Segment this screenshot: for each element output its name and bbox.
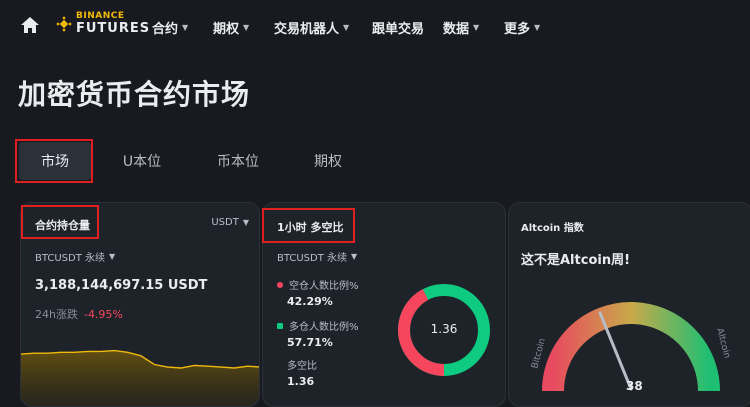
highlight-box <box>262 208 355 243</box>
change-row: 24h涨跌 -4.95% <box>35 306 123 322</box>
altcoin-headline: 这不是Altcoin周! <box>521 253 631 268</box>
nav-item-label: 合约 <box>152 22 179 37</box>
ratio-label: 多空比 <box>287 361 317 372</box>
home-icon[interactable] <box>20 16 40 34</box>
unit-selector[interactable]: USDT ▼ <box>211 217 249 228</box>
long-value: 57.71% <box>287 336 333 349</box>
open-interest-value: 3,188,144,697.15 USDT <box>35 278 208 293</box>
binance-futures-logo[interactable]: BINANCE FUTURES <box>56 12 150 35</box>
short-dot-icon <box>277 281 283 288</box>
chevron-down-icon: ▼ <box>473 23 480 32</box>
ratio-legend: 多空比 <box>287 357 317 372</box>
open-interest-area <box>21 350 259 406</box>
chevron-down-icon: ▼ <box>243 23 250 32</box>
nav-item-label: 交易机器人 <box>274 22 340 37</box>
tab-label: U本位 <box>122 154 162 170</box>
symbol-selector[interactable]: BTCUSDT 永续 ▼ <box>35 249 115 264</box>
tab-label: 币本位 <box>217 154 259 170</box>
ratio-value: 1.36 <box>287 375 315 388</box>
tab-usdm[interactable]: U本位 <box>106 142 178 180</box>
highlight-box <box>21 205 99 239</box>
symbol-label: BTCUSDT 永续 <box>277 253 348 264</box>
symbol-label: BTCUSDT 永续 <box>35 253 106 264</box>
gauge-left-label: Bitcoin <box>530 337 548 369</box>
gauge-right-label: Altcoin <box>714 327 732 359</box>
tab-coinm[interactable]: 币本位 <box>202 142 274 180</box>
chevron-down-icon: ▼ <box>343 23 350 32</box>
chevron-down-icon: ▼ <box>242 218 249 227</box>
tab-options[interactable]: 期权 <box>292 142 364 180</box>
nav-item-more[interactable]: 更多 ▼ <box>504 18 540 37</box>
chevron-down-icon: ▼ <box>109 252 116 261</box>
logo-product: FUTURES <box>76 21 151 36</box>
chevron-down-icon: ▼ <box>351 252 358 261</box>
logo-brand: BINANCE <box>76 11 125 21</box>
nav-item-data[interactable]: 数据 ▼ <box>443 18 479 37</box>
top-nav: BINANCE FUTURES 合约 ▼ 期权 ▼ 交易机器人 ▼ 跟单交易 数… <box>0 0 750 52</box>
short-value: 42.29% <box>287 295 333 308</box>
nav-item-label: 更多 <box>504 22 531 37</box>
donut-center-value: 1.36 <box>430 322 458 336</box>
nav-item-label: 期权 <box>213 22 240 37</box>
nav-item-copy-trading[interactable]: 跟单交易 <box>372 18 424 37</box>
gauge-value: 38 <box>626 379 643 393</box>
chevron-down-icon: ▼ <box>182 23 189 32</box>
nav-item-options[interactable]: 期权 ▼ <box>213 18 249 37</box>
unit-label: USDT <box>211 217 239 228</box>
change-label: 24h涨跌 <box>35 308 78 321</box>
highlight-box <box>15 139 93 183</box>
page-title: 加密货币合约市场 <box>18 78 251 111</box>
nav-item-label: 跟单交易 <box>372 22 425 37</box>
open-interest-area-chart <box>21 349 259 406</box>
chevron-down-icon: ▼ <box>534 23 541 32</box>
change-value: -4.95% <box>83 307 123 321</box>
short-legend: 空仓人数比例% <box>277 277 359 292</box>
nav-item-trading-bots[interactable]: 交易机器人 ▼ <box>274 18 349 37</box>
tab-label: 期权 <box>314 154 342 170</box>
short-label: 空仓人数比例% <box>289 281 359 292</box>
binance-logo-icon <box>56 15 72 32</box>
long-label: 多仓人数比例% <box>289 322 359 333</box>
nav-item-label: 数据 <box>443 22 470 37</box>
symbol-selector[interactable]: BTCUSDT 永续 ▼ <box>277 249 357 264</box>
long-legend: 多仓人数比例% <box>277 318 359 333</box>
altcoin-index-card[interactable]: Altcoin 指数 这不是Altcoin周! Bitcoin Altcoin 3… <box>508 202 750 407</box>
long-dot-icon <box>277 322 283 329</box>
card-title: Altcoin 指数 <box>521 223 584 234</box>
nav-item-futures[interactable]: 合约 ▼ <box>152 18 188 37</box>
